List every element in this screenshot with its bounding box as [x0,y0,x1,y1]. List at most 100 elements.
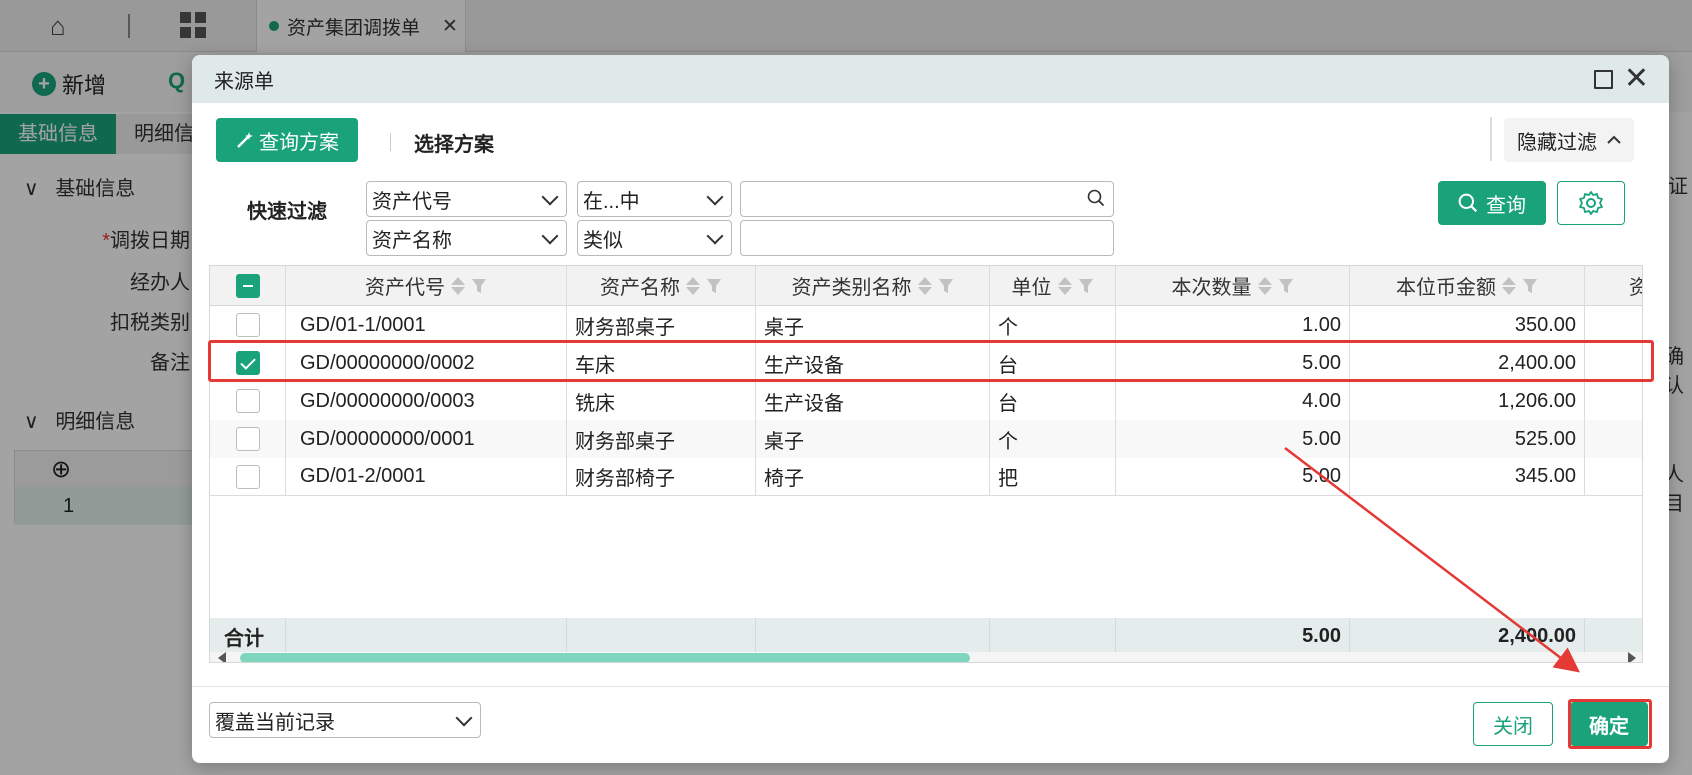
sort-icon[interactable] [917,276,932,295]
column-header[interactable]: 本位币金额 [1350,266,1585,305]
table-row[interactable]: GD/00000000/0003 铣床 生产设备 台 4.00 1,206.00 [210,382,1642,420]
filter-funnel-icon[interactable] [1522,277,1538,295]
cell-extra [1585,306,1642,344]
search-icon[interactable] [1087,189,1105,207]
column-header[interactable]: 资 [1585,266,1642,305]
filter-value-input-1[interactable] [740,181,1114,217]
cell-unit: 台 [990,382,1116,420]
cell-category: 桌子 [756,306,990,344]
cell-amount: 345.00 [1350,458,1585,495]
horizontal-scrollbar[interactable] [210,652,1642,662]
select-plan-label[interactable]: 选择方案 [414,128,494,157]
cell-code: GD/01-1/0001 [286,306,567,344]
filter-operator-value: 在...中 [583,190,640,213]
column-header[interactable]: 本次数量 [1116,266,1350,305]
column-header[interactable]: 资产类别名称 [756,266,990,305]
filter-field-select-1[interactable]: 资产代号 [366,181,567,217]
sort-icon[interactable] [1057,276,1072,295]
cell-extra [1585,382,1642,420]
cell-amount: 1,206.00 [1350,382,1585,420]
row-check-cell [210,458,286,495]
column-label: 单位 [1011,277,1052,299]
filter-operator-select-2[interactable]: 类似 [577,220,732,256]
record-mode-select[interactable]: 覆盖当前记录 [209,702,481,738]
scroll-left-icon[interactable] [218,652,226,662]
total-cell [990,618,1116,654]
row-check-cell [210,306,286,344]
divider [1490,117,1492,161]
column-label: 资 [1629,271,1642,300]
cell-name: 财务部椅子 [567,458,756,495]
filter-funnel-icon[interactable] [706,277,722,295]
sort-icon[interactable] [1502,276,1516,295]
cell-category: 生产设备 [756,344,990,382]
filter-funnel-icon[interactable] [1078,277,1094,295]
cell-code: GD/00000000/0002 [286,344,567,382]
filter-field-value: 资产名称 [372,229,452,252]
filter-funnel-icon[interactable] [1278,277,1294,295]
column-header[interactable]: 资产代号 [286,266,567,305]
hide-filter-label: 隐藏过滤 [1517,131,1597,154]
row-checkbox-checked[interactable] [235,351,260,375]
row-checkbox[interactable] [235,427,260,451]
query-plan-button[interactable]: 查询方案 [216,118,358,162]
settings-button[interactable] [1557,181,1625,225]
scroll-right-icon[interactable] [1628,652,1636,662]
source-document-dialog: 来源单 ✕ 查询方案 选择方案 隐藏过滤 快速过滤 资产代号 在...中 资产名… [192,55,1669,763]
cell-qty: 5.00 [1116,420,1350,458]
cell-name: 铣床 [567,382,756,420]
cell-extra [1585,344,1642,382]
close-button[interactable]: 关闭 [1473,702,1553,746]
source-table: 资产代号 资产名称 资产类别名称 单位 本次数量 本位币金额 资 GD/01-1… [209,265,1643,663]
dialog-header: 来源单 ✕ [192,55,1669,103]
filter-funnel-icon[interactable] [938,277,954,295]
cell-category: 生产设备 [756,382,990,420]
cell-code: GD/00000000/0001 [286,420,567,458]
row-checkbox[interactable] [235,389,260,413]
cell-qty: 1.00 [1116,306,1350,344]
table-row[interactable]: GD/01-2/0001 财务部椅子 椅子 把 5.00 345.00 [210,458,1642,496]
column-label: 资产代号 [365,277,445,299]
filter-funnel-icon[interactable] [471,277,487,295]
total-label: 合计 [210,618,286,654]
scrollbar-thumb[interactable] [240,653,970,662]
filter-field-select-2[interactable]: 资产名称 [366,220,567,256]
total-cell [1585,618,1642,654]
row-checkbox[interactable] [235,464,260,489]
search-icon [1458,193,1478,213]
select-all-cell [210,266,286,305]
table-row[interactable]: GD/01-1/0001 财务部桌子 桌子 个 1.00 350.00 [210,306,1642,344]
filter-operator-value: 类似 [583,229,623,252]
cell-unit: 把 [990,458,1116,495]
table-header: 资产代号 资产名称 资产类别名称 单位 本次数量 本位币金额 资 [210,266,1642,306]
chevron-down-icon [455,709,473,727]
column-label: 资产名称 [600,277,680,299]
column-header[interactable]: 资产名称 [567,266,756,305]
row-check-cell [210,420,286,458]
sort-icon[interactable] [686,276,700,295]
chevron-up-icon [1607,135,1621,144]
quick-filter-label: 快速过滤 [247,201,327,223]
close-icon[interactable]: ✕ [1624,61,1649,97]
query-label: 查询 [1486,194,1526,217]
maximize-icon[interactable] [1594,70,1613,89]
row-checkbox[interactable] [235,313,260,337]
filter-operator-select-1[interactable]: 在...中 [577,181,732,217]
cell-name: 车床 [567,344,756,382]
cell-qty: 4.00 [1116,382,1350,420]
total-cell [756,618,990,654]
hide-filter-button[interactable]: 隐藏过滤 [1504,118,1634,162]
cell-unit: 个 [990,306,1116,344]
sort-icon[interactable] [1257,276,1272,295]
table-row[interactable]: GD/00000000/0001 财务部桌子 桌子 个 5.00 525.00 [210,420,1642,458]
cell-qty: 5.00 [1116,458,1350,495]
select-all-checkbox[interactable] [235,273,260,298]
table-row-selected[interactable]: GD/00000000/0002 车床 生产设备 台 5.00 2,400.00 [210,344,1642,382]
sort-icon[interactable] [451,276,465,295]
filter-value-input-2[interactable] [740,220,1114,256]
total-cell [286,618,567,654]
confirm-button[interactable]: 确定 [1570,702,1648,746]
query-button[interactable]: 查询 [1438,181,1546,225]
column-header[interactable]: 单位 [990,266,1116,305]
cell-category: 椅子 [756,458,990,495]
